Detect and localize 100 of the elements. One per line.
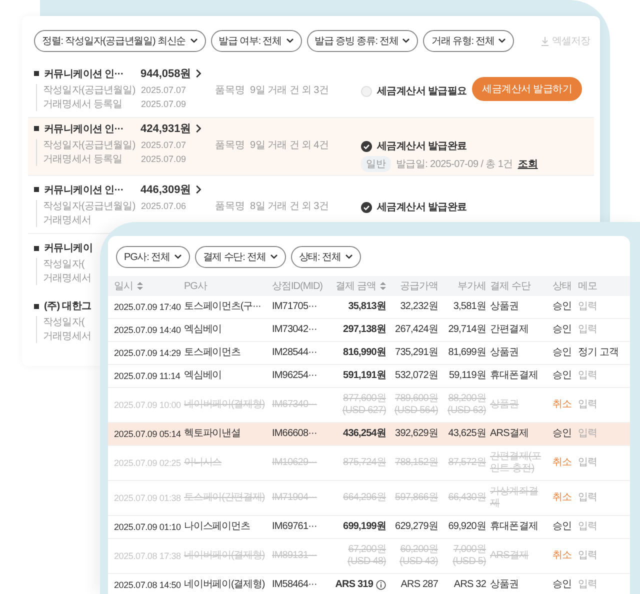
column-heading: 메모 (577, 280, 598, 293)
date-value: 2025.07.07 (141, 84, 186, 97)
table-cell: IM73042··· (272, 324, 317, 336)
view-link[interactable]: 조회 (518, 157, 538, 171)
table-cell: 297,138원 (343, 324, 386, 336)
sort-icon (137, 282, 143, 290)
table-cell: 상품권 (490, 579, 519, 591)
table-cell: ARS 287 (400, 579, 438, 591)
table-cell: 735,291원 (395, 347, 438, 359)
date-label: 거래명세서 (43, 273, 92, 284)
invoice-row[interactable]: 커뮤니케이션 인··· 424,931원 작성일자(공급년월일) 2025.07.07 거래명세서 등록일 2025.07.09 품목명 9일 거래 건 외 4건 세금계산서 발급완료 일반 발급일: 2025-07-09 / 총 1건 조회 (28, 118, 594, 176)
table-cell: 66,430원 (448, 492, 486, 504)
date-label: 거래명세서 등록일 (43, 154, 122, 165)
chevron-right-icon (196, 69, 202, 78)
date-label: 거래명세서 (43, 331, 92, 342)
table-cell: 이니시스 (184, 457, 222, 469)
payment-status: 승인 (552, 521, 572, 533)
column-heading: 결제 수단 (489, 280, 532, 293)
payment-row[interactable]: 2025.07.09 11:14 엑심베이 IM96254··· 591,191원 532,072원 59,119원 휴대폰결제 승인 입력 (108, 365, 630, 388)
bullet-icon (34, 126, 39, 131)
table-cell: 토스페이(간편결제) (184, 492, 265, 504)
item-label: 품목명 (215, 139, 245, 152)
issue-status: 세금계산서 발급완료 (377, 201, 467, 214)
table-cell: 392,629원 (395, 428, 438, 440)
table-cell: 나이스페이먼츠 (184, 521, 250, 533)
item-label: 품목명 (215, 84, 245, 97)
payment-row[interactable]: 2025.07.09 01:10 나이스페이먼츠 IM69761··· 699,199원 629,279원 69,920원 휴대폰결제 승인 입력 (108, 516, 630, 539)
table-cell: 2025.07.09 01:10 (114, 521, 181, 533)
table-cell: 네이버페이(결제형) (184, 550, 265, 562)
item-value: 8일 거래 건 외 3건 (250, 200, 329, 213)
type-tag: 일반 (361, 156, 391, 172)
bullet-icon (34, 71, 39, 76)
table-cell: 69,920원 (448, 521, 486, 533)
company-name: 커뮤니케이션 인··· (44, 122, 124, 136)
table-cell: 상품권 (490, 347, 519, 359)
table-cell: 591,191원 (343, 370, 386, 382)
table-cell: 네이버페이(결제형) (184, 399, 265, 411)
table-cell: 699,199원 (343, 521, 386, 533)
table-cell-text: 가상계좌결제 (490, 486, 540, 510)
table-cell: 엑심베이 (184, 370, 222, 382)
chevron-down-icon (402, 38, 410, 44)
bullet-icon (34, 304, 39, 308)
table-cell: IM58464··· (272, 579, 317, 591)
table-cell: (USD 48) (348, 556, 386, 568)
table-cell: 877,600원 (343, 393, 386, 405)
payment-status: 취소 (552, 399, 572, 411)
item-label: 품목명 (215, 200, 245, 213)
table-cell: 875,724원 (343, 457, 386, 469)
chevron-right-icon (196, 185, 202, 194)
table-cell: 2025.07.09 17:40 (114, 301, 181, 313)
payment-row[interactable]: 2025.07.08 14:50 네이버페이(결제형) IM58464··· ARS 319 ARS 287 ARS 32 상품권 승인 입력 (108, 574, 630, 594)
table-cell: IM96254··· (272, 370, 317, 382)
filter-dropdown[interactable]: 발급 여부: 전체 (210, 30, 302, 52)
payment-status: 취소 (552, 492, 572, 504)
date-label: 작성일자(공급년월일) (43, 85, 136, 96)
chevron-right-icon (196, 124, 202, 133)
filter-dropdown[interactable]: 상태: 전체 (290, 246, 361, 268)
filter-dropdown[interactable]: PG사: 전체 (116, 246, 190, 268)
table-cell: ARS결제 (490, 428, 529, 440)
table-cell: (USD 564) (394, 405, 438, 417)
table-cell: 2025.07.08 14:50 (114, 579, 181, 591)
table-cell: 간편결제 (490, 324, 528, 336)
filter-dropdown[interactable]: 결제 수단: 전체 (194, 246, 286, 268)
column-heading: 결제 금액 (330, 279, 388, 293)
invoice-amount: 446,309원 (140, 183, 192, 197)
issue-status: 세금계산서 발급완료 (377, 140, 467, 153)
sort-icon (380, 282, 386, 290)
payment-status: 승인 (552, 428, 572, 440)
date-label: 작성일자( (43, 259, 84, 270)
column-heading: PG사 (183, 280, 208, 293)
payment-status: 승인 (552, 579, 572, 591)
bullet-icon (34, 246, 39, 250)
date-label: 작성일자( (43, 317, 84, 328)
payment-status: 취소 (552, 457, 572, 469)
chevron-down-icon (190, 38, 198, 44)
table-cell: 상품권 (490, 301, 519, 313)
filter-dropdown[interactable]: 발급 증빙 종류: 전체 (306, 30, 418, 52)
table-cell: 816,990원 (343, 347, 386, 359)
payment-row[interactable]: 2025.07.09 05:14 헥토파이낸셜 IM66608··· 436,254원 392,629원 43,625원 ARS결제 승인 입력 (108, 423, 630, 446)
table-cell: 2025.07.09 11:14 (114, 370, 180, 382)
table-cell: IM71705··· (272, 301, 317, 313)
payment-row[interactable]: 2025.07.09 17:40 토스페이먼츠(구··· IM71705··· 35,813원 32,232원 3,581원 상품권 승인 입력 (108, 296, 630, 319)
filter-dropdown[interactable]: 정렬: 작성일자(공급년월일) 최신순 (34, 30, 206, 52)
table-cell: ARS결제 (490, 550, 529, 562)
memo-field[interactable]: 정기 고객 (578, 347, 619, 359)
table-cell: 3,581원 (453, 301, 486, 313)
table-cell: 629,279원 (395, 521, 438, 533)
table-cell: 2025.07.09 10:00 (114, 399, 181, 411)
table-cell: 60,200원 (400, 544, 438, 556)
column-heading: 상점ID(MID) (271, 280, 324, 293)
payment-row[interactable]: 2025.07.09 14:40 엑심베이 IM73042··· 297,138원 267,424원 29,714원 간편결제 승인 입력 (108, 319, 630, 342)
filter-dropdown[interactable]: 거래 유형: 전체 (423, 30, 514, 52)
table-cell: IM89131··· (272, 550, 317, 562)
table-cell: 597,866원 (395, 492, 438, 504)
company-name: 커뮤니케이 (44, 242, 93, 255)
table-cell: IM67340··· (272, 399, 317, 411)
table-cell: 532,072원 (395, 370, 438, 382)
company-name: 커뮤니케이션 인··· (44, 184, 124, 196)
payment-row[interactable]: 2025.07.09 14:29 토스페이먼츠 IM28544··· 816,990원 735,291원 81,699원 상품권 승인 정기 고객 (108, 342, 630, 365)
chevron-down-icon (498, 38, 506, 44)
